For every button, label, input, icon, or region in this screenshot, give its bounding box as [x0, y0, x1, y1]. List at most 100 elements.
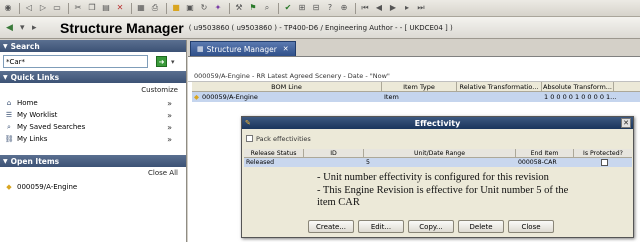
delete-icon[interactable]: ✕	[114, 3, 126, 14]
toolbar-separator	[166, 2, 167, 14]
close-button[interactable]: Close	[508, 220, 554, 233]
cut-icon[interactable]: ✂	[72, 3, 84, 14]
protected-cell	[574, 158, 632, 167]
search-header-label: Search	[10, 41, 40, 51]
nav-back-icon[interactable]: ◀	[6, 23, 13, 33]
quick-link-saved-searches[interactable]: ⌕ My Saved Searches »	[0, 121, 186, 133]
refresh-icon[interactable]: ↻	[198, 3, 210, 14]
application-title-bar: ◀ ▾ ▸ Structure Manager ( u9503860 ( u95…	[0, 17, 640, 39]
bom-line-cell: ◆ 000059/A-Engine	[192, 92, 382, 102]
breadcrumb: 000059/A-Engine - RR Latest Agreed Scene…	[188, 70, 640, 82]
search-row: ➜ ▾	[0, 52, 186, 71]
column-header-bom-line[interactable]: BOM Line	[192, 82, 382, 91]
item-type-cell: Item	[384, 93, 399, 101]
protected-checkbox[interactable]	[600, 159, 608, 166]
checkbox-box[interactable]	[246, 135, 253, 142]
saved-search-icon: ⌕	[7, 122, 11, 131]
search-go-button[interactable]: ➜	[156, 56, 167, 67]
paste-icon[interactable]: ▤	[100, 3, 112, 14]
search-icon[interactable]: ⌕	[261, 3, 273, 14]
dialog-title: Effectivity	[414, 118, 461, 128]
search-options-icon[interactable]: ▾	[171, 58, 175, 66]
toolbar-separator	[68, 2, 69, 14]
copy-icon[interactable]: ❐	[86, 3, 98, 14]
first-icon[interactable]: ⏮	[359, 3, 371, 14]
nav-home-icon[interactable]: ▸	[32, 23, 37, 33]
column-header-id[interactable]: ID	[304, 149, 364, 157]
edit-button[interactable]: Edit...	[358, 220, 404, 233]
table-row[interactable]: ◆ 000059/A-Engine Item 1 0 0 0 0 1 0 0 0…	[192, 92, 640, 102]
next-icon[interactable]: ▸	[401, 3, 413, 14]
where-used-icon[interactable]: ⊞	[296, 3, 308, 14]
window-icon[interactable]: ▭	[51, 3, 63, 14]
column-header-protected[interactable]: Is Protected?	[574, 149, 632, 157]
search-section-header[interactable]: ▼ Search	[0, 40, 186, 52]
last-icon[interactable]: ⏭	[415, 3, 427, 14]
close-icon[interactable]: ✕	[283, 45, 289, 53]
column-header-end-item[interactable]: End Item	[516, 149, 574, 157]
open-icon[interactable]: ■	[170, 3, 182, 14]
collapse-arrow-icon: ▼	[3, 42, 8, 50]
zoom-icon[interactable]: ⊕	[338, 3, 350, 14]
chevron-right-icon: »	[167, 110, 172, 120]
column-header-absolute[interactable]: Absolute Transform...	[542, 82, 614, 91]
open-items-header[interactable]: ▼ Open Items	[0, 155, 186, 167]
pack-effectivities-checkbox[interactable]: Pack effectivities	[246, 133, 633, 144]
chevron-right-icon: »	[167, 134, 172, 144]
previous-icon[interactable]: ◀	[373, 3, 385, 14]
toolbar-separator	[19, 2, 20, 14]
open-item-label: 000059/A-Engine	[17, 183, 78, 191]
close-all-link[interactable]: Close All	[148, 169, 178, 177]
print-icon[interactable]: ⎙	[149, 3, 161, 14]
forward-icon[interactable]: ▷	[37, 3, 49, 14]
open-item[interactable]: ◆ 000059/A-Engine	[0, 181, 186, 193]
save-icon[interactable]: ▣	[184, 3, 196, 14]
note-line: item CAR	[317, 197, 360, 208]
effectivity-table-header: Release Status ID Unit/Date Range End It…	[244, 149, 632, 158]
delete-button[interactable]: Delete	[458, 220, 504, 233]
tab-structure-manager[interactable]: ▦ Structure Manager ✕	[190, 41, 296, 56]
note-line: - Unit number effectivity is configured …	[317, 172, 549, 183]
back-icon[interactable]: ◁	[23, 3, 35, 14]
home-icon: ⌂	[6, 99, 12, 107]
check-icon[interactable]: ✔	[282, 3, 294, 14]
close-icon[interactable]: ✕	[621, 118, 631, 128]
nav-forward-icon[interactable]: ▾	[20, 23, 25, 33]
create-button[interactable]: Create...	[308, 220, 354, 233]
copy-button[interactable]: Copy...	[408, 220, 454, 233]
quick-links-header[interactable]: ▼ Quick Links Customize	[0, 71, 186, 83]
column-header-item-type[interactable]: Item Type	[382, 82, 457, 91]
flag-icon[interactable]: ⚑	[247, 3, 259, 14]
absolute-cell: 1 0 0 0 0 1 0 0 0 0 1...	[544, 93, 617, 101]
column-header-extra[interactable]	[614, 82, 640, 91]
navigation-panel: ▼ Search ➜ ▾ ▼ Quick Links Customize Cus…	[0, 40, 187, 242]
effectivity-dialog: ✎ Effectivity ✕ Pack effectivities Relea…	[241, 116, 634, 238]
application-title: Structure Manager	[60, 19, 184, 36]
quick-link-home[interactable]: ⌂ Home »	[0, 97, 186, 109]
play-icon[interactable]: ▶	[387, 3, 399, 14]
table-row[interactable]: Released 5 000058-CAR	[244, 158, 632, 167]
column-header-release-status[interactable]: Release Status	[244, 149, 304, 157]
help-icon[interactable]: ?	[324, 3, 336, 14]
item-icon: ◆	[6, 183, 12, 191]
layout-icon[interactable]: ▦	[135, 3, 147, 14]
dialog-title-bar[interactable]: ✎ Effectivity ✕	[242, 117, 633, 129]
customize-link[interactable]: Customize	[141, 86, 178, 94]
app-icon[interactable]: ◉	[2, 3, 14, 14]
column-header-range[interactable]: Unit/Date Range	[364, 149, 516, 157]
effectivity-table: Release Status ID Unit/Date Range End It…	[244, 149, 632, 167]
bom-table-header: BOM Line Item Type Relative Transformati…	[192, 82, 640, 92]
chevron-right-icon: »	[167, 122, 172, 132]
toolbar-separator	[229, 2, 230, 14]
quick-link-my-links[interactable]: ⛓ My Links »	[0, 133, 186, 145]
filter-icon[interactable]: ⊟	[310, 3, 322, 14]
quick-link-worklist[interactable]: ☰ My Worklist »	[0, 109, 186, 121]
tool-icon[interactable]: ⚒	[233, 3, 245, 14]
search-input[interactable]	[3, 55, 148, 68]
view-tab-bar: ▦ Structure Manager ✕	[188, 40, 640, 57]
bom-table: BOM Line Item Type Relative Transformati…	[192, 82, 640, 102]
structure-icon: ▦	[197, 45, 204, 53]
session-context: ( u9503860 ( u9503860 ) - TP400-D6 / Eng…	[188, 23, 453, 32]
column-header-relative[interactable]: Relative Transformatio...	[457, 82, 542, 91]
wand-icon[interactable]: ✦	[212, 3, 224, 14]
